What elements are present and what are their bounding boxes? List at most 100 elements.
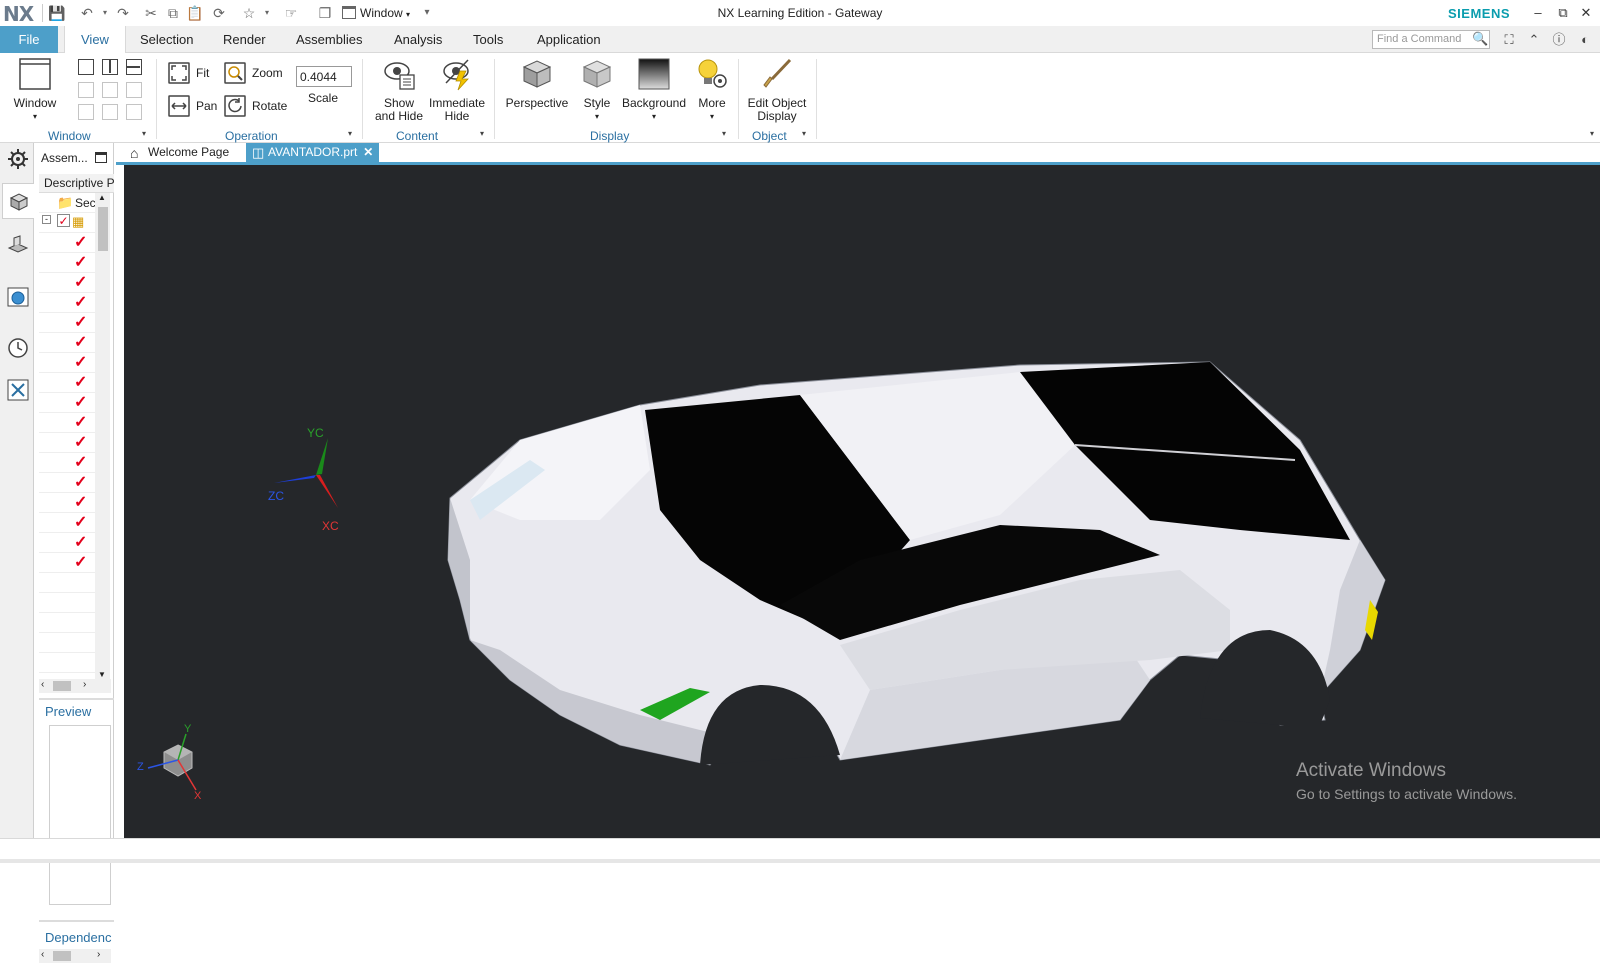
cut-icon[interactable]: ✂: [142, 4, 160, 22]
window-button[interactable]: Window ▾: [10, 57, 60, 123]
four-view-icon[interactable]: [102, 104, 118, 120]
descriptive-part-name-column-header[interactable]: Descriptive P: [39, 174, 114, 193]
list-item[interactable]: ✓: [39, 373, 99, 393]
repeat-command-icon[interactable]: ⟳: [210, 4, 228, 22]
visible-check-icon[interactable]: ✓: [74, 475, 89, 491]
favorite-star-icon[interactable]: ☆: [240, 4, 258, 22]
visible-check-icon[interactable]: ✓: [74, 435, 89, 451]
two-view-horizontal-icon[interactable]: [126, 59, 142, 75]
list-item[interactable]: ✓: [39, 233, 99, 253]
settings-gear-icon[interactable]: [6, 147, 30, 171]
tab-tools[interactable]: Tools: [457, 26, 519, 53]
visible-check-icon[interactable]: ✓: [74, 535, 89, 551]
perspective-button[interactable]: Perspective: [504, 57, 570, 110]
three-view-bottom-icon[interactable]: [78, 104, 94, 120]
visible-check-icon[interactable]: ✓: [74, 375, 89, 391]
list-item[interactable]: ✓: [39, 413, 99, 433]
display-group-more-icon[interactable]: ▾: [722, 129, 726, 138]
customize-toolbar-icon[interactable]: ▾: [418, 4, 436, 22]
tab-avantador-part[interactable]: ◫ AVANTADOR.prt ✕: [246, 143, 380, 162]
close-icon[interactable]: ✕: [1576, 4, 1596, 22]
rotate-button[interactable]: Rotate: [224, 94, 287, 118]
list-item[interactable]: ✓: [39, 473, 99, 493]
tab-view[interactable]: View: [64, 26, 126, 54]
list-item[interactable]: ✓: [39, 513, 99, 533]
list-item[interactable]: ✓: [39, 293, 99, 313]
visible-check-icon[interactable]: ✓: [74, 235, 89, 251]
checkbox[interactable]: ✓: [57, 214, 70, 227]
star-dropdown-icon[interactable]: ▾: [258, 4, 276, 22]
window-group-more-icon[interactable]: ▾: [142, 129, 146, 138]
scroll-right-icon[interactable]: ›: [83, 679, 86, 690]
tab-welcome-page[interactable]: ⌂ Welcome Page: [128, 143, 229, 162]
visible-check-icon[interactable]: ✓: [74, 515, 89, 531]
scroll-up-icon[interactable]: ▲: [98, 193, 106, 202]
copy-icon[interactable]: ⧉: [164, 4, 182, 22]
style-button[interactable]: Style ▾: [576, 57, 618, 123]
scroll-thumb[interactable]: [98, 207, 108, 251]
list-item[interactable]: ✓: [39, 353, 99, 373]
help-icon[interactable]: ⓘ: [1550, 31, 1568, 49]
reuse-library-icon[interactable]: [6, 378, 30, 402]
undo-dropdown-icon[interactable]: ▾: [96, 4, 114, 22]
ribbon-options-icon[interactable]: ▾: [1590, 129, 1594, 138]
graphics-window[interactable]: YC ZC XC Y Z X Activate Windows Go to Se…: [124, 165, 1600, 838]
three-view-left-icon[interactable]: [78, 82, 94, 98]
visible-check-icon[interactable]: ✓: [74, 255, 89, 271]
visible-check-icon[interactable]: ✓: [74, 355, 89, 371]
two-view-vertical-icon[interactable]: [102, 59, 118, 75]
visible-check-icon[interactable]: ✓: [74, 295, 89, 311]
list-item[interactable]: ✓: [39, 313, 99, 333]
tab-application[interactable]: Application: [521, 26, 617, 53]
operation-group-more-icon[interactable]: ▾: [348, 129, 352, 138]
part-navigator-icon[interactable]: [6, 232, 30, 256]
visible-check-icon[interactable]: ✓: [74, 275, 89, 291]
switch-window-icon[interactable]: ❐: [316, 4, 334, 22]
touch-mode-icon[interactable]: ☞: [282, 4, 300, 22]
scroll-right-icon[interactable]: ›: [97, 949, 100, 960]
restore-icon[interactable]: ⧉: [1553, 4, 1573, 22]
tab-selection[interactable]: Selection: [124, 26, 209, 53]
history-clock-icon[interactable]: [6, 336, 30, 360]
minimize-icon[interactable]: –: [1528, 4, 1548, 22]
section-row[interactable]: 📁 Sec: [39, 193, 99, 213]
visible-check-icon[interactable]: ✓: [74, 315, 89, 331]
scroll-left-icon[interactable]: ‹: [41, 679, 44, 690]
list-item[interactable]: ✓: [39, 393, 99, 413]
tab-render[interactable]: Render: [207, 26, 282, 53]
window-dropdown[interactable]: Window ▾: [342, 5, 410, 21]
single-view-icon[interactable]: [78, 59, 94, 75]
collapse-ribbon-icon[interactable]: ⌃: [1525, 31, 1543, 49]
maximize-panel-icon[interactable]: [95, 152, 107, 163]
list-item[interactable]: ✓: [39, 453, 99, 473]
list-item[interactable]: ✓: [39, 273, 99, 293]
six-view-icon[interactable]: [126, 104, 142, 120]
background-button[interactable]: Background ▾: [620, 57, 688, 123]
assembly-navigator-tab[interactable]: [2, 183, 34, 219]
content-group-more-icon[interactable]: ▾: [480, 129, 484, 138]
visible-check-icon[interactable]: ✓: [74, 415, 89, 431]
scale-input[interactable]: [296, 66, 352, 87]
scroll-left-icon[interactable]: ‹: [41, 949, 44, 960]
list-item[interactable]: ✓: [39, 493, 99, 513]
fit-button[interactable]: Fit: [168, 61, 209, 85]
visible-check-icon[interactable]: ✓: [74, 395, 89, 411]
pan-button[interactable]: Pan: [168, 94, 217, 118]
list-item[interactable]: ✓: [39, 253, 99, 273]
undo-icon[interactable]: ↶: [78, 4, 96, 22]
full-screen-icon[interactable]: ⛶: [1500, 31, 1518, 49]
show-and-hide-button[interactable]: Show and Hide: [370, 57, 428, 123]
dependencies-horizontal-scrollbar[interactable]: ‹ ›: [39, 949, 111, 963]
scroll-thumb[interactable]: [53, 951, 71, 961]
navigator-vertical-scrollbar[interactable]: ▲ ▼: [95, 193, 110, 679]
object-group-more-icon[interactable]: ▾: [802, 129, 806, 138]
visible-check-icon[interactable]: ✓: [74, 555, 89, 571]
file-tab[interactable]: File: [0, 26, 58, 53]
tab-assemblies[interactable]: Assemblies: [280, 26, 378, 53]
visible-check-icon[interactable]: ✓: [74, 495, 89, 511]
save-icon[interactable]: 💾: [48, 4, 66, 22]
list-item[interactable]: ✓: [39, 533, 99, 553]
restore-small-icon[interactable]: ◐: [1576, 31, 1594, 49]
three-view-right-icon[interactable]: [102, 82, 118, 98]
preview-section-header[interactable]: Preview: [45, 704, 91, 719]
